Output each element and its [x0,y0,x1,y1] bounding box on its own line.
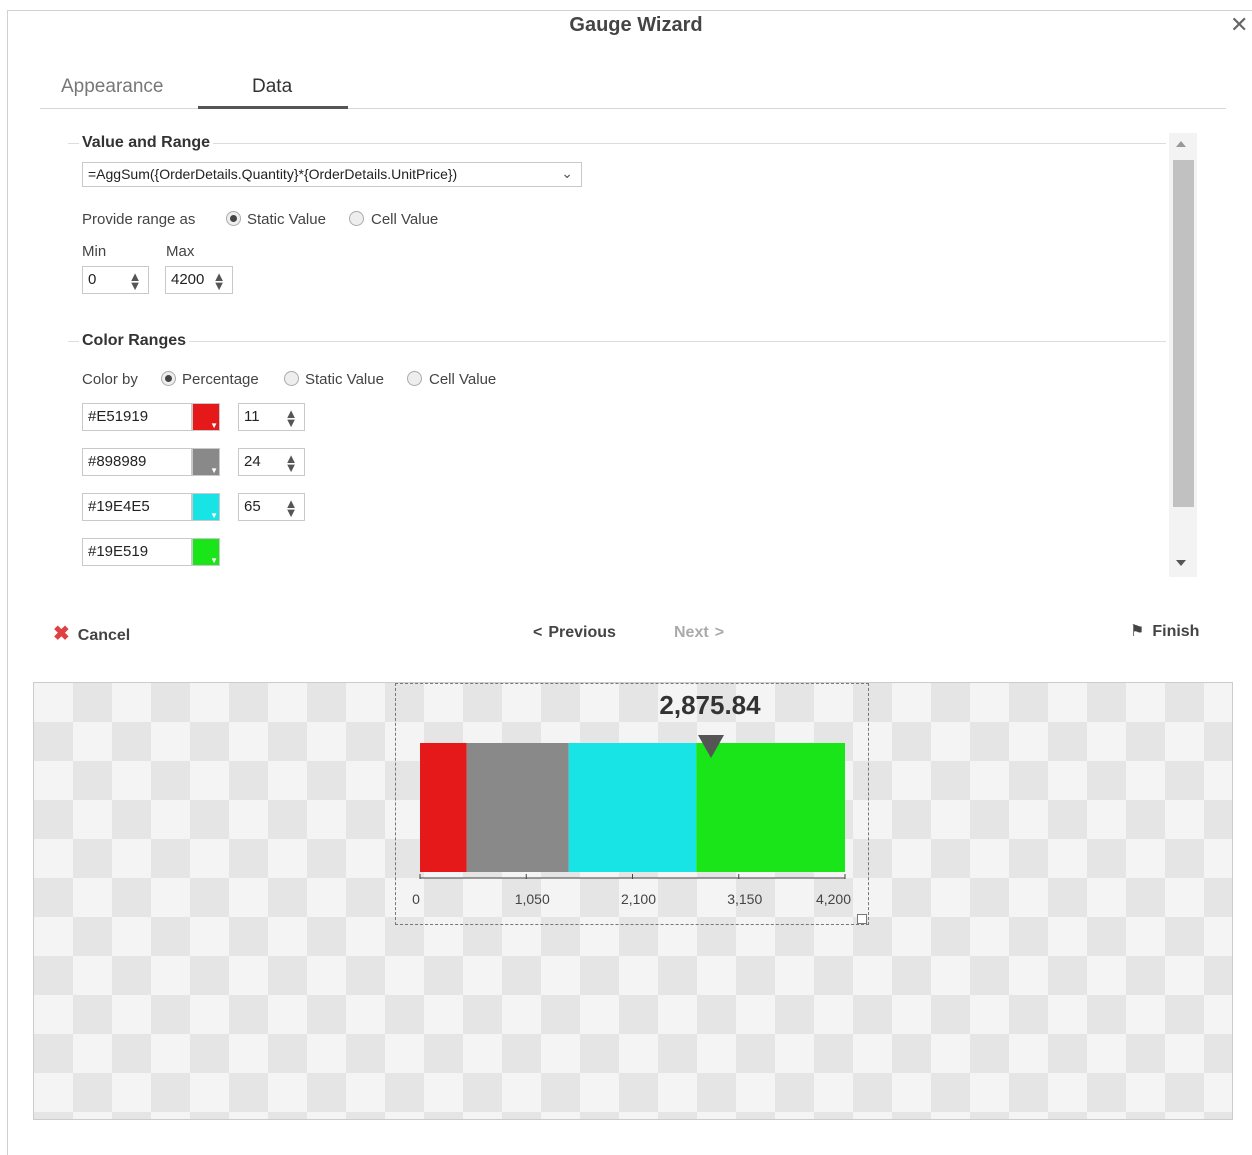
expression-dropdown[interactable]: =AggSum({OrderDetails.Quantity}*{OrderDe… [82,162,582,187]
chevron-down-icon: ⌄ [561,165,573,181]
color-hex-input[interactable]: #19E519 [82,538,192,566]
stepper-icon[interactable]: ▲ ▼ [212,270,226,292]
color-hex-input[interactable]: #19E4E5 [82,493,192,521]
gauge-tick-label: 3,150 [727,891,762,907]
dialog-border-left [7,10,8,1155]
gauge-band-2 [568,743,697,872]
chevron-down-icon: ▼ [210,556,218,565]
gauge-band-1 [466,743,569,872]
color-picker-swatch[interactable]: ▼ [192,403,220,431]
gauge-band-3 [696,743,845,872]
gauge-tick-label: 2,100 [621,891,656,907]
dialog-title: Gauge Wizard [569,14,703,36]
max-label: Max [166,243,195,260]
range-threshold-input[interactable]: 65 ▲ ▼ [238,493,305,521]
range-threshold-value: 65 [244,498,261,515]
gauge-tick-label: 0 [412,891,420,907]
chevron-left-icon: < [533,624,543,641]
section-divider [68,143,1166,144]
stepper-icon[interactable]: ▲ ▼ [284,452,298,474]
scrollbar-thumb[interactable] [1173,160,1194,507]
min-label: Min [82,243,107,260]
chevron-down-icon: ▼ [210,511,218,520]
scroll-down-icon[interactable] [1176,560,1186,566]
tab-bar: Appearance Data [40,70,1226,109]
radio-static-value[interactable] [284,371,299,386]
chevron-down-icon: ▼ [210,421,218,430]
stepper-icon[interactable]: ▲ ▼ [284,497,298,519]
close-icon[interactable]: ✕ [1230,12,1248,38]
gauge-tick-label: 4,200 [816,891,851,907]
radio-cell-value-label: Cell Value [371,211,439,228]
checkered-flag-icon: ⚑ [1130,623,1145,640]
linear-gauge-chart: 0 1,050 2,100 3,150 4,200 [412,735,851,907]
radio-cell-value[interactable] [407,371,422,386]
resize-handle[interactable] [857,914,867,924]
expression-value: =AggSum({OrderDetails.Quantity}*{OrderDe… [88,166,458,182]
tab-data[interactable]: Data [252,76,292,98]
min-input[interactable]: 0 ▲ ▼ [82,266,149,294]
scroll-up-icon[interactable] [1176,141,1186,147]
gauge-band-0 [420,743,467,872]
cancel-label: Cancel [77,627,131,644]
next-button[interactable]: Next > [674,624,724,642]
chevron-right-icon: > [714,624,725,641]
max-input[interactable]: 4200 ▲ ▼ [165,266,233,294]
min-value: 0 [88,271,97,288]
dialog-border-top [7,10,1252,11]
gauge-value-label: 2,875.84 [659,690,761,720]
range-threshold-input[interactable]: 11 ▲ ▼ [238,403,305,431]
section-divider [68,341,1166,342]
previous-button[interactable]: < Previous [533,624,616,642]
tab-appearance[interactable]: Appearance [61,76,163,98]
color-hex-input[interactable]: #E51919 [82,403,192,431]
max-value: 4200 [171,271,205,288]
finish-button[interactable]: ⚑ Finish [1130,621,1199,641]
color-by-label: Color by [82,371,138,388]
color-hex-input[interactable]: #898989 [82,448,192,476]
previous-label: Previous [548,624,616,641]
color-picker-swatch[interactable]: ▼ [192,448,220,476]
range-threshold-input[interactable]: 24 ▲ ▼ [238,448,305,476]
range-threshold-value: 24 [244,453,261,470]
provide-range-label: Provide range as [82,211,196,228]
color-picker-swatch[interactable]: ▼ [192,538,220,566]
stepper-icon[interactable]: ▲ ▼ [128,270,142,292]
range-threshold-value: 11 [244,408,260,425]
section-title-value-range: Value and Range [79,134,214,152]
chevron-down-icon: ▼ [210,466,218,475]
gauge-tick-label: 1,050 [515,891,550,907]
x-icon: ✖ [53,623,70,645]
cancel-button[interactable]: ✖ Cancel [53,621,130,646]
active-tab-indicator [198,106,348,109]
radio-static-value[interactable] [226,211,241,226]
color-picker-swatch[interactable]: ▼ [192,493,220,521]
radio-cell-value-label: Cell Value [429,371,497,388]
radio-percentage-label: Percentage [182,371,259,388]
next-label: Next [674,624,709,641]
radio-static-value-label: Static Value [305,371,384,388]
finish-label: Finish [1152,623,1200,640]
section-title-color-ranges: Color Ranges [79,332,190,350]
radio-cell-value[interactable] [349,211,364,226]
stepper-icon[interactable]: ▲ ▼ [284,407,298,429]
radio-static-value-label: Static Value [247,211,326,228]
radio-percentage[interactable] [161,371,176,386]
